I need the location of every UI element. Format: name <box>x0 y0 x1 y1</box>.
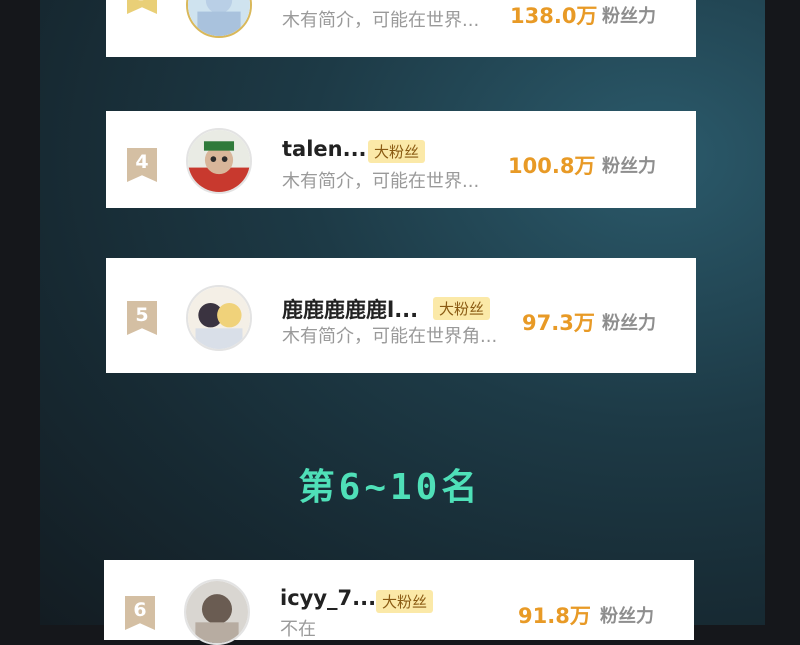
user-intro: 木有简介，可能在世界角... <box>282 326 498 347</box>
fan-power-label: 粉丝力 <box>602 313 656 334</box>
fan-power-value: 138.0万 <box>510 4 598 28</box>
big-fan-badge: 大粉丝 <box>368 140 426 163</box>
ranking-card-5[interactable]: 5 鹿鹿鹿鹿鹿l... 大粉丝 木有简介，可能在世界角... 97.3万 粉丝力 <box>106 258 696 373</box>
fan-power-label: 粉丝力 <box>602 6 656 27</box>
avatar[interactable] <box>186 285 252 351</box>
ranking-card-4[interactable]: 4 talen... 大粉丝 木有简介，可能在世界... 100.8万 粉丝力 <box>106 111 696 208</box>
ranking-card-3[interactable]: 3 木有简介，可能在世界... 138.0万 粉丝力 <box>106 0 696 57</box>
rank-ribbon: 3 <box>127 0 157 14</box>
rank-ribbon: 5 <box>127 301 157 335</box>
big-fan-badge: 大粉丝 <box>376 590 434 613</box>
fan-power-label: 粉丝力 <box>602 156 656 177</box>
user-name[interactable]: icyy_7... <box>280 586 376 610</box>
big-fan-badge: 大粉丝 <box>433 297 491 320</box>
fan-power-value: 91.8万 <box>518 604 591 628</box>
ranking-card-6[interactable]: 6 icyy_7... 大粉丝 不在 91.8万 粉丝力 <box>104 560 694 645</box>
fan-power-value: 100.8万 <box>508 154 596 178</box>
user-intro: 不在 <box>280 619 316 640</box>
user-intro: 木有简介，可能在世界... <box>282 171 480 192</box>
section-title: 第6~10名 <box>298 467 482 508</box>
user-name[interactable]: talen... <box>282 137 367 161</box>
fan-power-value: 97.3万 <box>522 311 595 335</box>
fan-power-label: 粉丝力 <box>600 606 654 627</box>
rank-ribbon: 4 <box>127 148 157 182</box>
user-intro: 木有简介，可能在世界... <box>282 10 480 31</box>
avatar[interactable] <box>184 579 250 645</box>
avatar[interactable] <box>186 128 252 194</box>
user-name[interactable]: 鹿鹿鹿鹿鹿l... <box>282 294 418 324</box>
avatar[interactable] <box>186 0 252 38</box>
